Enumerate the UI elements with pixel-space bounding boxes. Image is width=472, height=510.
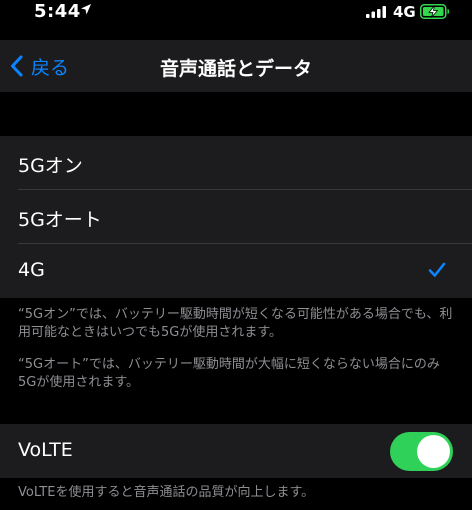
option-label: 5Gオン: [18, 155, 83, 177]
cellular-signal-icon: [366, 6, 386, 18]
checkmark-icon: [428, 262, 446, 277]
navigation-bar: 戻る 音声通話とデータ: [0, 40, 472, 92]
footnote-5g-on: “5Gオン”では、バッテリー駆動時間が短くなる可能性がある場合でも、利用可能なと…: [18, 307, 453, 340]
volte-label: VoLTE: [18, 439, 73, 461]
battery-charging-icon: [420, 4, 449, 19]
page-title: 音声通話とデータ: [159, 58, 312, 80]
toggle-knob: [417, 435, 450, 468]
option-label: 5Gオート: [18, 209, 102, 231]
footnote-5g-auto: “5Gオート”では、バッテリー駆動時間が大幅に短くならない場合にのみ5Gが使用さ…: [18, 357, 440, 390]
option-5g-on[interactable]: 5Gオン: [0, 136, 472, 190]
status-bar: 5:44 4G: [0, 0, 472, 26]
volte-toggle[interactable]: [390, 432, 453, 471]
status-time: 5:44: [34, 1, 81, 22]
network-type-label: 4G: [393, 3, 416, 21]
option-5g-auto[interactable]: 5Gオート: [0, 190, 472, 244]
volte-row: VoLTE: [0, 424, 472, 478]
footnote-volte: VoLTEを使用すると音声通話の品質が向上します。: [18, 485, 315, 500]
option-label: 4G: [18, 259, 45, 281]
location-arrow-icon: [81, 4, 91, 15]
network-mode-list: 5Gオン 5Gオート 4G: [0, 136, 472, 298]
option-4g[interactable]: 4G: [0, 244, 472, 298]
